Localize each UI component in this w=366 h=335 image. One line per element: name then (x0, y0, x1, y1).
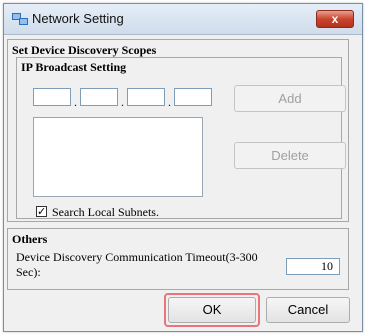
others-title: Others (12, 232, 48, 246)
window-title: Network Setting (32, 11, 124, 26)
timeout-input[interactable]: 10 (286, 258, 340, 275)
search-local-subnets-checkbox[interactable]: ✓ (36, 206, 47, 217)
add-button[interactable]: Add (234, 85, 346, 112)
ip-octet-2-input[interactable] (80, 88, 118, 106)
close-icon: x (331, 12, 339, 26)
close-button[interactable]: x (316, 10, 354, 28)
timeout-label: Device Discovery Communication Timeout(3… (16, 250, 258, 279)
title-bar[interactable]: Network Setting x (4, 4, 362, 35)
ip-address-list[interactable] (33, 117, 203, 197)
ip-octet-3-input[interactable] (127, 88, 165, 106)
ip-octet-separator: . (121, 95, 124, 109)
ip-octet-separator: . (168, 95, 171, 109)
ok-button[interactable]: OK (168, 297, 256, 323)
search-local-subnets-label[interactable]: Search Local Subnets. (52, 205, 159, 220)
ip-octet-1-input[interactable] (33, 88, 71, 106)
ip-octet-separator: . (74, 95, 77, 109)
cancel-button[interactable]: Cancel (266, 297, 350, 323)
discovery-scopes-title: Set Device Discovery Scopes (12, 43, 157, 57)
network-app-icon (12, 12, 28, 26)
delete-button[interactable]: Delete (234, 142, 346, 169)
ip-octet-4-input[interactable] (174, 88, 212, 106)
checkmark-icon: ✓ (37, 205, 47, 218)
ip-broadcast-title: IP Broadcast Setting (21, 60, 127, 74)
